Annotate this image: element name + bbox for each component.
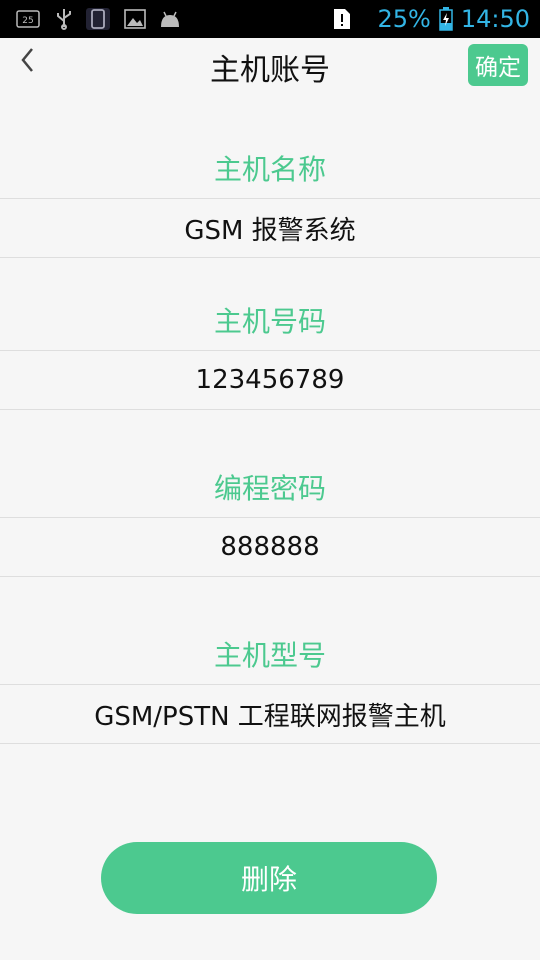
battery-percent: 25% xyxy=(377,5,431,33)
host-name-label: 主机名称 xyxy=(213,153,326,186)
host-model-field[interactable]: GSM/PSTN 工程联网报警主机 xyxy=(0,684,540,744)
app-header: 主机账号 确定 xyxy=(0,38,540,94)
notification-badge-icon: 25 xyxy=(16,8,40,30)
program-password-field[interactable]: 888888 xyxy=(0,517,540,577)
alert-icon xyxy=(333,8,351,30)
phone-icon xyxy=(86,8,110,30)
confirm-button[interactable]: 确定 xyxy=(468,44,528,86)
host-number-label: 主机号码 xyxy=(213,305,326,338)
page-title: 主机账号 xyxy=(210,53,330,88)
status-right: 25% 14:50 xyxy=(333,0,530,38)
host-number-field[interactable]: 123456789 xyxy=(0,350,540,410)
svg-text:25: 25 xyxy=(22,16,33,26)
delete-button[interactable]: 删除 xyxy=(101,842,437,914)
host-name-field[interactable]: GSM 报警系统 xyxy=(0,198,540,258)
status-bar: 25 25% 14:50 xyxy=(0,0,540,38)
clock: 14:50 xyxy=(460,5,530,33)
image-icon xyxy=(124,8,146,30)
host-model-label: 主机型号 xyxy=(213,639,326,672)
usb-icon xyxy=(54,8,74,30)
program-password-label: 编程密码 xyxy=(213,472,326,505)
battery-charging-icon xyxy=(439,7,453,31)
android-icon xyxy=(158,8,182,30)
